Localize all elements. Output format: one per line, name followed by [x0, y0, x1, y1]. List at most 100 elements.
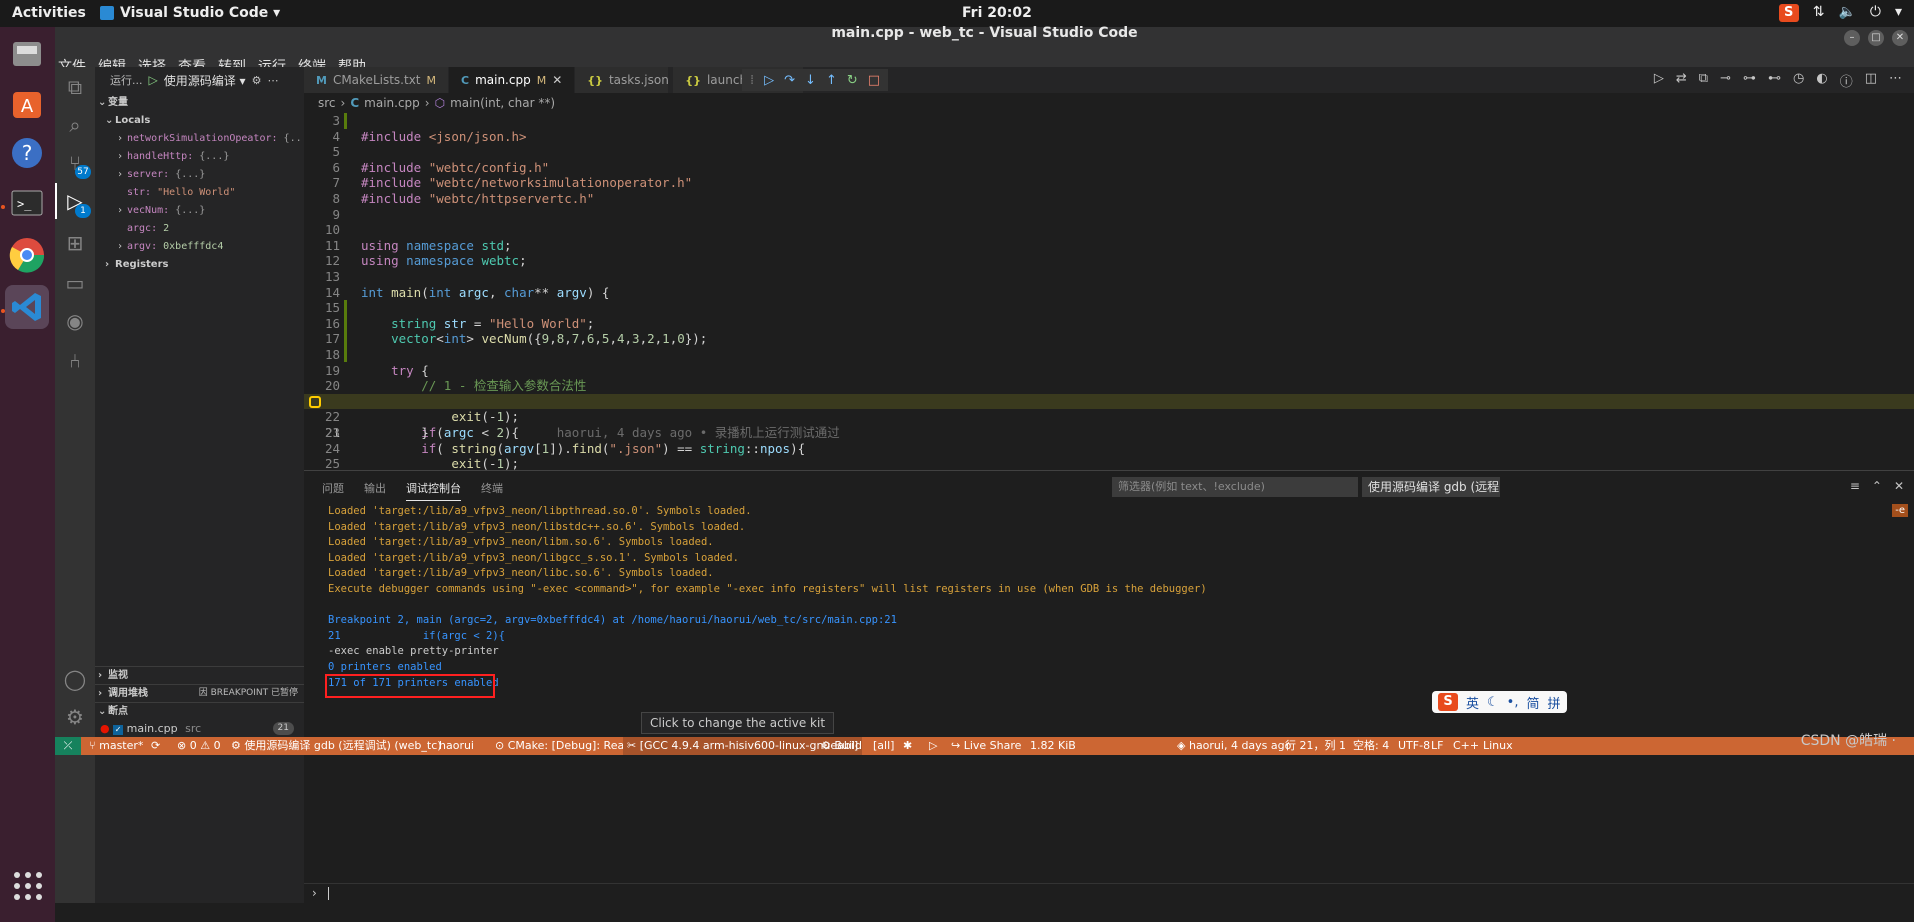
help-icon[interactable]: ? — [5, 131, 49, 175]
split-editor-icon[interactable]: ◫ — [1865, 71, 1877, 90]
encoding[interactable]: UTF-8 — [1398, 737, 1430, 755]
run-code-icon[interactable]: ▷ — [1654, 71, 1664, 90]
registers-scope[interactable]: › Registers — [105, 256, 168, 274]
sogou-logo-icon[interactable]: S — [1438, 693, 1458, 711]
variable-item[interactable]: argc: 2 — [127, 220, 169, 238]
variable-item[interactable]: › server: {...} — [117, 166, 205, 184]
step-into-icon[interactable]: ↓ — [805, 73, 816, 88]
chevron-right-icon[interactable]: › — [117, 202, 127, 220]
compare-icon[interactable]: ⇄ — [1676, 71, 1687, 90]
tab-main-cpp[interactable]: C main.cpp M ✕ — [449, 67, 576, 93]
more-actions-icon[interactable]: ⋯ — [267, 74, 278, 87]
extensions-icon[interactable]: ⊞ — [63, 231, 87, 255]
tab-debug-console[interactable]: 调试控制台 — [406, 480, 461, 501]
punctuation-icon[interactable]: •, — [1507, 695, 1519, 710]
software-center-icon[interactable]: A — [5, 81, 49, 125]
breadcrumb-symbol[interactable]: main(int, char **) — [450, 96, 555, 110]
explorer-icon[interactable]: ⧉ — [63, 75, 87, 99]
problems-count[interactable]: ⊗ 0 ⚠ 0 — [177, 737, 221, 755]
info-icon[interactable]: ⓘ — [1840, 71, 1853, 90]
cursor-position[interactable]: 行 21，列 1 — [1285, 737, 1346, 755]
debug-console-input[interactable]: › — [304, 883, 1914, 903]
debug-session-select[interactable]: 使用源码编译 gdb (远程 ⌄ — [1362, 477, 1500, 497]
indentation[interactable]: 空格: 4 — [1353, 737, 1389, 755]
breakpoints-section-header[interactable]: ⌄ 断点 — [95, 702, 304, 720]
language-mode[interactable]: C++ — [1453, 737, 1479, 755]
chevron-right-icon[interactable]: › — [117, 166, 127, 184]
locals-scope[interactable]: ⌄ Locals — [105, 112, 150, 130]
sync-icon[interactable]: ⟳ — [151, 737, 160, 755]
git-prev-icon[interactable]: ⊸ — [1720, 71, 1731, 90]
callstack-section-header[interactable]: › 调用堆栈因 BREAKPOINT 已暂停 — [95, 684, 304, 702]
platform[interactable]: Linux — [1483, 737, 1513, 755]
variable-item[interactable]: str: "Hello World" — [127, 184, 235, 202]
moon-icon[interactable]: ☾ — [1487, 695, 1499, 710]
ime-language[interactable]: 英 — [1466, 693, 1479, 712]
end-of-line[interactable]: LF — [1431, 737, 1443, 755]
vscode-dock-icon[interactable] — [5, 285, 49, 329]
variable-item[interactable]: › argv: 0xbefffdc4 — [117, 238, 223, 256]
chevron-down-icon[interactable]: ▾ — [1895, 4, 1902, 22]
variable-item[interactable]: › networkSimulationOpeator: {...} — [117, 130, 314, 148]
account-user[interactable]: haorui — [439, 737, 474, 755]
github-icon[interactable]: ◉ — [63, 309, 87, 333]
more-actions-icon[interactable]: ⋯ — [1889, 71, 1902, 90]
tab-output[interactable]: 输出 — [364, 480, 386, 501]
bug-icon[interactable]: ✱ — [903, 737, 912, 755]
tab-problems[interactable]: 问题 — [322, 480, 344, 501]
volume-icon[interactable]: 🔈 — [1838, 4, 1855, 22]
variable-item[interactable]: › vecNum: {...} — [117, 202, 205, 220]
terminal-icon[interactable]: >_ — [5, 181, 49, 225]
app-menu[interactable]: Visual Studio Code ▾ — [100, 5, 280, 21]
debug-config-status[interactable]: ⚙ 使用源码编译 gdb (远程调试) (web_tc) — [231, 737, 442, 755]
git-graph-icon[interactable]: ⑃ — [63, 349, 87, 373]
minimize-icon[interactable]: – — [1844, 30, 1860, 46]
chevron-right-icon[interactable]: › — [117, 148, 127, 166]
live-share-button[interactable]: ↪ Live Share — [951, 737, 1021, 755]
settings-gear-icon[interactable]: ⚙ — [63, 705, 87, 729]
step-over-icon[interactable]: ↷ — [784, 73, 795, 88]
stop-icon[interactable]: □ — [868, 73, 880, 88]
toggle-blame-icon[interactable]: ◷ — [1793, 71, 1804, 90]
remote-explorer-icon[interactable]: ▭ — [63, 271, 87, 295]
tab-tasks-json[interactable]: {} tasks.json — [575, 67, 670, 93]
show-apps-icon[interactable] — [14, 872, 42, 900]
sogou-ime-icon[interactable]: S — [1778, 4, 1799, 22]
cmake-status[interactable]: ⊙ CMake: [Debug]: Ready — [495, 737, 638, 755]
git-commit-icon[interactable]: ⊶ — [1743, 71, 1756, 90]
watch-section-header[interactable]: › 监视 — [95, 666, 304, 684]
close-panel-icon[interactable]: ✕ — [1894, 479, 1904, 493]
restart-icon[interactable]: ↻ — [847, 73, 858, 88]
start-debugging-icon[interactable]: ▷ — [149, 73, 158, 87]
tab-cmakelists[interactable]: M CMakeLists.txt M — [304, 67, 449, 93]
drag-handle-icon[interactable]: ⁞ — [750, 73, 754, 88]
console-filter-input[interactable]: 筛选器(例如 text、!exclude) — [1112, 477, 1358, 497]
breakpoint-arrow-icon[interactable] — [309, 395, 321, 408]
chevron-right-icon[interactable]: › — [117, 130, 127, 148]
power-icon[interactable]: ⏻ — [1870, 4, 1881, 22]
breakpoint-item[interactable]: ● ✓ main.cpp src 21 — [95, 720, 304, 738]
variable-item[interactable]: › handleHttp: {...} — [117, 148, 229, 166]
chrome-icon[interactable] — [5, 233, 49, 277]
code-editor[interactable]: 3 4 #include <json/json.h> 5 6 #include "w… — [304, 113, 1914, 470]
activities-button[interactable]: Activities — [12, 5, 86, 21]
network-icon[interactable]: ⇅ — [1813, 4, 1825, 22]
git-branch[interactable]: ⑂ master* — [89, 737, 143, 755]
debug-config-select[interactable]: 使用源码编译 ▾ — [164, 72, 246, 89]
chevron-right-icon[interactable]: › — [117, 238, 127, 256]
step-out-icon[interactable]: ↑ — [826, 73, 837, 88]
breadcrumb-folder[interactable]: src — [318, 96, 336, 110]
close-icon[interactable]: ✕ — [1892, 30, 1908, 46]
search-icon[interactable]: ⌕ — [63, 113, 87, 137]
run-icon[interactable]: ▷ — [929, 737, 937, 755]
open-changes-icon[interactable]: ⧉ — [1699, 71, 1708, 90]
continue-icon[interactable]: ▷ — [764, 73, 774, 88]
maximize-icon[interactable]: □ — [1868, 30, 1884, 46]
gear-icon[interactable]: ⚙ — [252, 74, 262, 87]
ime-simplified[interactable]: 简 — [1526, 693, 1539, 712]
git-blame-status[interactable]: ◈ haorui, 4 days ago — [1177, 737, 1291, 755]
clear-console-icon[interactable]: ≡ — [1850, 479, 1860, 493]
maximize-panel-icon[interactable]: ⌃ — [1872, 479, 1882, 493]
clock[interactable]: Fri 20:02 — [962, 5, 1032, 21]
close-tab-icon[interactable]: ✕ — [552, 73, 562, 87]
